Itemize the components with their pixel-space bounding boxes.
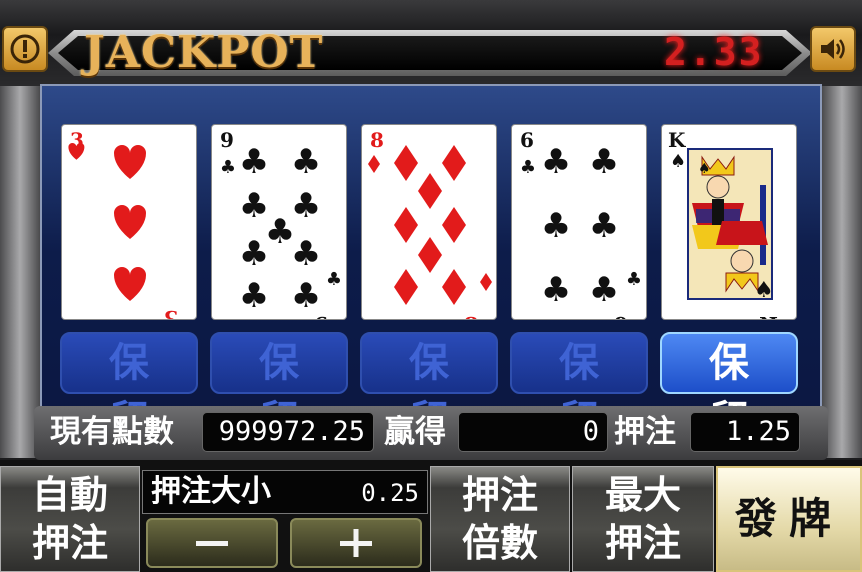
hold-button-4[interactable]: 保留 (510, 332, 648, 444)
svg-text:♣: ♣ (589, 206, 619, 246)
bet-size-decrease-button[interactable] (146, 518, 278, 568)
svg-text:♣: ♣ (541, 270, 571, 310)
svg-text:♠: ♠ (670, 151, 686, 172)
hold-button-5[interactable]: 保留 (660, 332, 798, 444)
bet-multiplier-label-2: 倍數 (461, 521, 538, 565)
svg-text:♠: ♠ (754, 278, 774, 303)
svg-text:♣: ♣ (291, 276, 321, 316)
credits-label: 現有點數 (50, 414, 174, 450)
svg-text:♣: ♣ (326, 269, 342, 290)
card-rank-bottom: 9 (314, 312, 328, 320)
win-label: 贏得 (384, 414, 446, 450)
card-4[interactable]: 6 ♣♣ ♣♣ ♣♣ ♣ ♣ 6 (511, 124, 647, 320)
card-3[interactable]: 8 8 (361, 124, 497, 320)
bet-label: 押注 (614, 414, 676, 450)
card-rank-bottom: 3 (164, 306, 178, 320)
svg-text:♣: ♣ (541, 142, 571, 182)
deal-button[interactable]: 發牌 (716, 466, 862, 572)
card-rank: K (668, 128, 686, 152)
svg-text:♣: ♣ (291, 142, 321, 182)
card-rank-bottom: K (760, 312, 778, 320)
bet-value: 1.25 (690, 412, 800, 452)
card-5[interactable]: K ♠ ♠ ♠ K (661, 124, 797, 320)
info-button[interactable] (2, 26, 48, 72)
bet-size-increase-button[interactable] (290, 518, 422, 568)
auto-bet-label-2: 押注 (31, 521, 108, 565)
deal-label: 發牌 (734, 494, 843, 543)
max-bet-label-2: 押注 (604, 521, 681, 565)
svg-text:♣: ♣ (239, 142, 269, 182)
card-rank: 9 (220, 128, 234, 152)
minus-icon (196, 541, 228, 546)
card-face-8-diamonds: 8 8 (368, 128, 492, 320)
card-1[interactable]: 3 3 (61, 124, 197, 320)
bet-size-value: 0.25 (361, 479, 419, 507)
svg-text:♠: ♠ (698, 161, 711, 177)
svg-text:♣: ♣ (541, 206, 571, 246)
card-2[interactable]: 9 ♣♣ ♣♣ ♣ ♣♣ ♣♣ ♣ ♣ 9 (211, 124, 347, 320)
svg-text:♣: ♣ (291, 186, 321, 226)
card-face-3-hearts: 3 3 (68, 128, 178, 320)
svg-text:♣: ♣ (220, 157, 236, 178)
svg-text:♣: ♣ (589, 270, 619, 310)
auto-bet-label-1: 自動 (31, 473, 108, 517)
card-rank-bottom: 6 (614, 312, 628, 320)
bet-multiplier-button[interactable]: 押注 倍數 (430, 466, 570, 572)
bet-size-display: 押注大小 0.25 (142, 470, 428, 514)
jackpot-value: 2.33 (664, 30, 764, 74)
svg-text:♣: ♣ (626, 269, 642, 290)
exclamation-icon (10, 34, 40, 64)
jackpot-title: JACKPOT (84, 27, 324, 78)
sound-button[interactable] (810, 26, 856, 72)
svg-text:♣: ♣ (291, 234, 321, 274)
max-bet-button[interactable]: 最大 押注 (572, 466, 714, 572)
speaker-icon (821, 39, 845, 59)
max-bet-label-1: 最大 (604, 473, 681, 517)
hold-button-1[interactable]: 保留 (60, 332, 198, 444)
plus-icon (340, 529, 372, 557)
bet-multiplier-label-1: 押注 (461, 473, 538, 517)
hold-button-2[interactable]: 保留 (210, 332, 348, 444)
left-frame (0, 86, 40, 458)
auto-bet-button[interactable]: 自動 押注 (0, 466, 140, 572)
card-rank-bottom: 8 (464, 312, 478, 320)
svg-text:♣: ♣ (520, 157, 536, 178)
svg-text:♣: ♣ (589, 142, 619, 182)
card-face-6-clubs: 6 ♣♣ ♣♣ ♣♣ ♣ ♣ 6 (520, 128, 642, 320)
card-rank: 6 (520, 128, 534, 152)
right-frame (822, 86, 862, 458)
card-face-9-clubs: 9 ♣♣ ♣♣ ♣ ♣♣ ♣♣ ♣ ♣ 9 (220, 128, 342, 320)
credits-value: 999972.25 (202, 412, 374, 452)
svg-text:♣: ♣ (239, 234, 269, 274)
card-face-king-spades: K ♠ ♠ ♠ K (668, 128, 778, 320)
hold-button-3[interactable]: 保留 (360, 332, 498, 444)
svg-text:♣: ♣ (239, 276, 269, 316)
win-value: 0 (458, 412, 608, 452)
bet-size-label: 押注大小 (151, 474, 271, 509)
card-rank: 8 (370, 128, 384, 152)
